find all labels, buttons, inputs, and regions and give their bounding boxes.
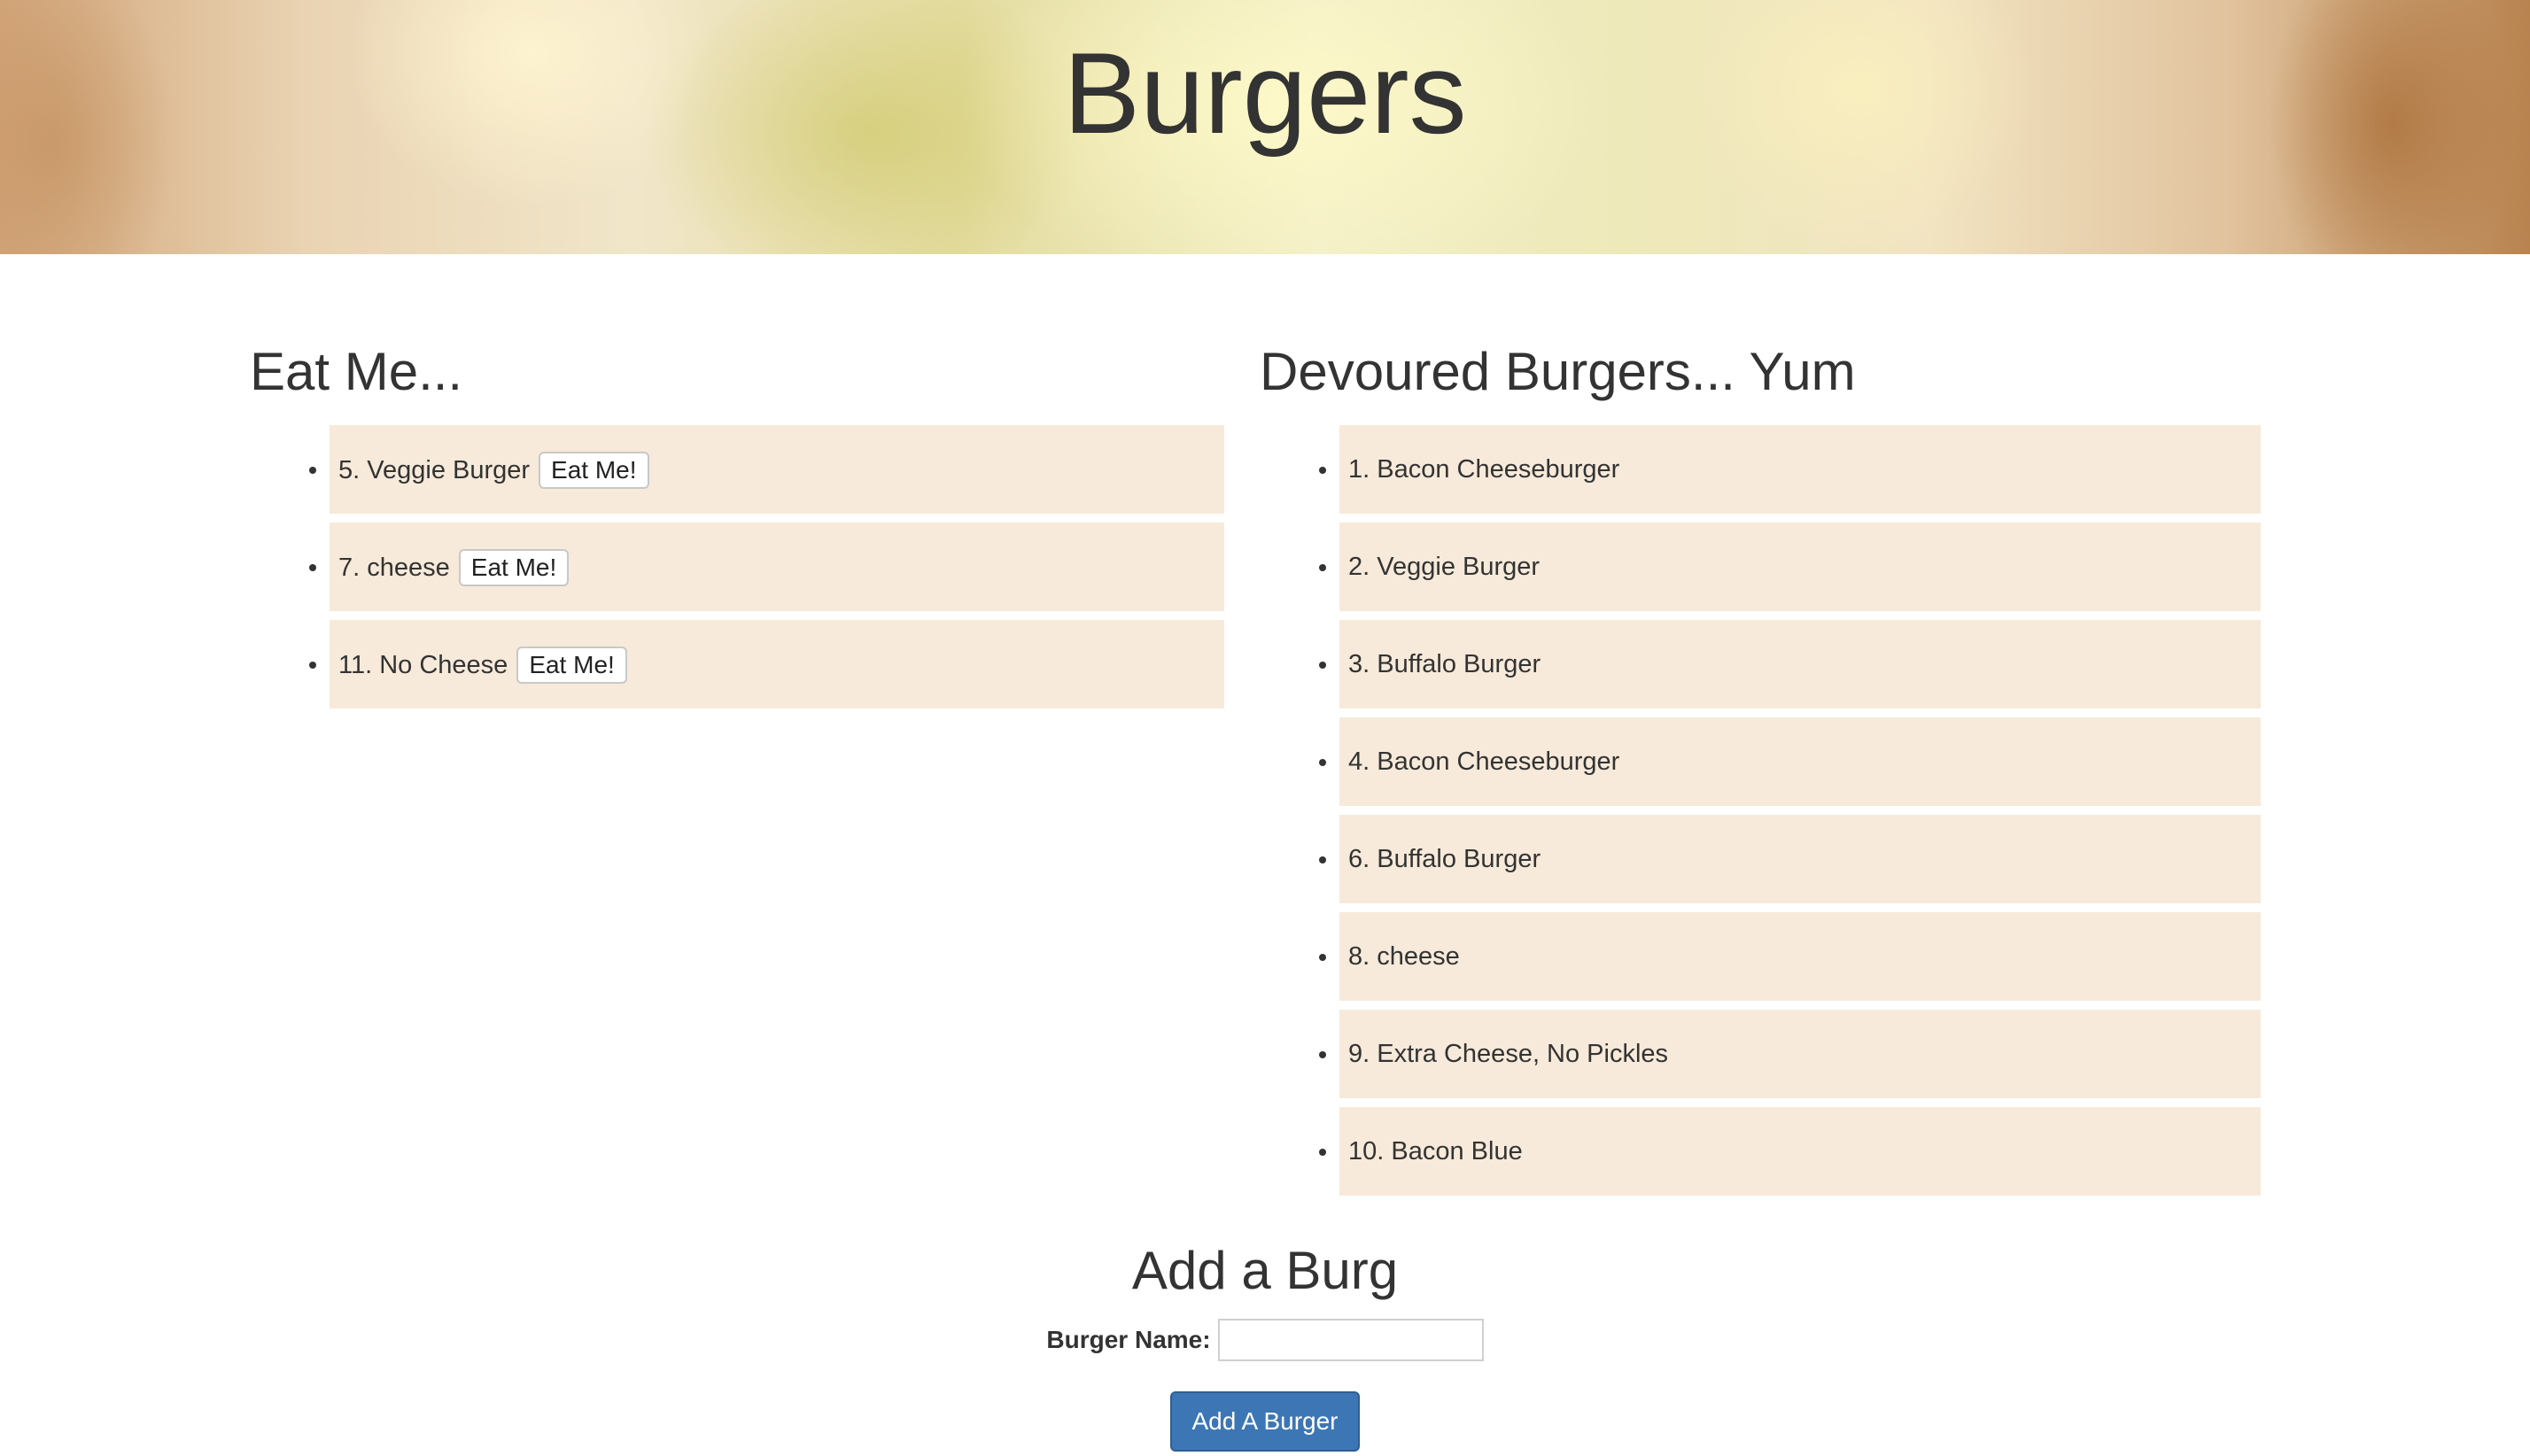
list-item: 9. Extra Cheese, No Pickles: [1339, 1010, 2261, 1098]
list-item: 2. Veggie Burger: [1339, 523, 2261, 611]
burger-name: 9. Extra Cheese, No Pickles: [1348, 1040, 1669, 1068]
header-banner: Burgers: [0, 0, 2530, 254]
list-item: 10. Bacon Blue: [1339, 1107, 2261, 1196]
page-title: Burgers: [1063, 28, 1467, 158]
burger-name: 5. Veggie Burger: [338, 456, 531, 485]
eat-me-button[interactable]: Eat Me!: [516, 647, 627, 685]
burger-name: 7. cheese: [338, 554, 450, 583]
list-item: 5. Veggie Burger Eat Me!: [330, 425, 1224, 514]
list-item: 6. Buffalo Burger: [1339, 815, 2261, 903]
list-item: 8. cheese: [1339, 912, 2261, 1001]
list-item: 4. Bacon Cheeseburger: [1339, 717, 2261, 806]
burger-columns: Eat Me... 5. Veggie Burger Eat Me! 7. ch…: [250, 337, 2261, 1204]
burger-name: 11. No Cheese: [338, 651, 508, 680]
eat-me-heading: Eat Me...: [250, 342, 463, 401]
eat-me-button[interactable]: Eat Me!: [539, 452, 649, 490]
burger-name-label: Burger Name:: [1046, 1326, 1211, 1353]
burger-name-row: Burger Name:: [0, 1319, 2530, 1361]
eat-me-button[interactable]: Eat Me!: [458, 549, 570, 587]
devoured-heading: Devoured Burgers... Yum: [1260, 342, 1856, 401]
add-burger-button[interactable]: Add A Burger: [1170, 1391, 1360, 1452]
list-item: 7. cheese Eat Me!: [330, 523, 1224, 611]
list-item: 11. No Cheese Eat Me!: [330, 620, 1224, 709]
burger-name: 6. Buffalo Burger: [1348, 845, 1541, 873]
burger-name: 3. Buffalo Burger: [1348, 650, 1541, 678]
list-item: 3. Buffalo Burger: [1339, 620, 2261, 709]
eat-me-column: Eat Me... 5. Veggie Burger Eat Me! 7. ch…: [250, 337, 1224, 1204]
burger-name: 1. Bacon Cheeseburger: [1348, 455, 1620, 484]
add-burger-heading: Add a Burg: [1131, 1241, 1399, 1300]
devoured-column: Devoured Burgers... Yum 1. Bacon Cheeseb…: [1260, 337, 2261, 1204]
list-item: 1. Bacon Cheeseburger: [1339, 425, 2261, 514]
burger-name: 8. cheese: [1348, 942, 1460, 971]
devoured-burger-list: 1. Bacon Cheeseburger 2. Veggie Burger 3…: [1260, 425, 2261, 1196]
uneaten-burger-list: 5. Veggie Burger Eat Me! 7. cheese Eat M…: [250, 425, 1224, 709]
burger-name: 4. Bacon Cheeseburger: [1348, 747, 1620, 776]
burger-name-input[interactable]: [1217, 1319, 1484, 1361]
burger-name: 2. Veggie Burger: [1348, 553, 1541, 581]
burger-name: 10. Bacon Blue: [1348, 1137, 1523, 1166]
add-burger-form: Add a Burg Burger Name: Add A Burger: [0, 1235, 2530, 1452]
